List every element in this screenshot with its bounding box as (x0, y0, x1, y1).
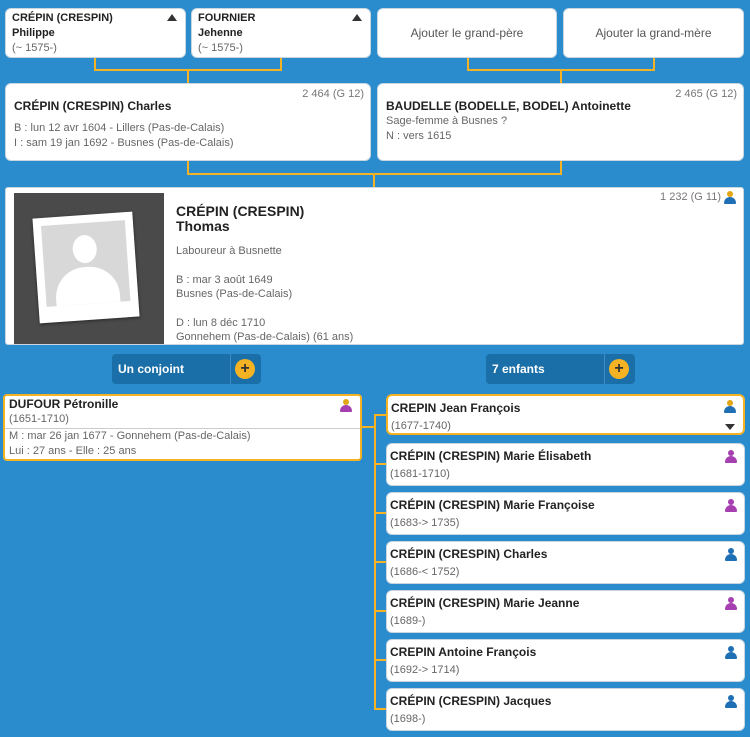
grandparent-first-name: Philippe (12, 27, 55, 39)
main-person-last-name: CRÉPIN (CRESPIN) (176, 203, 305, 219)
connector-line (374, 512, 386, 514)
marriage-ages: Lui : 27 ans - Elle : 25 ans (9, 445, 137, 457)
marriage-date: M : mar 26 jan 1677 - Gonnehem (Pas-de-C… (9, 430, 251, 442)
mother-id: 2 465 (G 12) (675, 88, 737, 100)
mother-card[interactable]: 2 465 (G 12) BAUDELLE (BODELLE, BODEL) A… (377, 83, 744, 161)
profile-photo[interactable] (14, 193, 164, 344)
spouse-card[interactable]: DUFOUR Pétronille (1651-1710) M : mar 26… (3, 394, 362, 461)
add-grandfather-button[interactable]: Ajouter le grand-père (377, 8, 557, 58)
avatar-placeholder-icon (40, 220, 131, 307)
grandparent-last-name: CRÉPIN (CRESPIN) (12, 12, 113, 24)
male-person-icon (725, 548, 737, 561)
main-person-first-name: Thomas (176, 218, 230, 234)
collapse-arrow-icon[interactable] (167, 14, 177, 21)
spouse-toggle-button[interactable]: Un conjoint + (112, 354, 261, 384)
connector-line (374, 610, 386, 612)
male-person-icon (725, 646, 737, 659)
mother-occupation: Sage-femme à Busnes ? (386, 115, 508, 127)
spouse-toggle-label: Un conjoint (118, 362, 184, 376)
father-id: 2 464 (G 12) (302, 88, 364, 100)
child-dates: (1698-) (390, 713, 426, 725)
child-dates: (1683-> 1735) (390, 517, 460, 529)
child-card[interactable]: CREPIN Antoine François (1692-> 1714) (386, 639, 745, 682)
child-card[interactable]: CRÉPIN (CRESPIN) Charles (1686-< 1752) (386, 541, 745, 584)
add-grandmother-label: Ajouter la grand-mère (595, 26, 712, 40)
main-person-name: CRÉPIN (CRESPIN) Thomas (176, 204, 304, 234)
main-person-birth-place: Busnes (Pas-de-Calais) (176, 288, 293, 300)
main-person-death: D : lun 8 déc 1710 (176, 316, 266, 329)
add-grandmother-button[interactable]: Ajouter la grand-mère (563, 8, 744, 58)
connector-line (374, 561, 386, 563)
child-card[interactable]: CRÉPIN (CRESPIN) Marie Jeanne (1689-) (386, 590, 745, 633)
main-person-card[interactable]: 1 232 (G 11) CRÉPIN (CRESPIN) Thomas Lab… (5, 187, 744, 345)
female-person-icon (725, 499, 737, 512)
child-dates: (1681-1710) (390, 468, 450, 480)
main-person-details: Laboureur à Busnette B : mar 3 août 1649… (176, 244, 353, 345)
father-burial: I : sam 19 jan 1692 - Busnes (Pas-de-Cal… (14, 137, 234, 149)
children-toggle-label: 7 enfants (492, 362, 545, 376)
male-person-icon (725, 695, 737, 708)
child-card[interactable]: CREPIN Jean François (1677-1740) (386, 394, 745, 435)
child-card[interactable]: CRÉPIN (CRESPIN) Jacques (1698-) (386, 688, 745, 731)
connector-line (374, 463, 386, 465)
mother-birth: N : vers 1615 (386, 130, 452, 142)
grandparent-first-name: Jehenne (198, 27, 243, 39)
expand-arrow-icon[interactable] (725, 424, 735, 430)
father-birth: B : lun 12 avr 1604 - Lillers (Pas-de-Ca… (14, 122, 225, 134)
spouse-dates: (1651-1710) (9, 413, 69, 425)
connector-line (374, 659, 386, 661)
connector-line (373, 174, 375, 187)
child-dates: (1686-< 1752) (390, 566, 460, 578)
father-card[interactable]: 2 464 (G 12) CRÉPIN (CRESPIN) Charles B … (5, 83, 371, 161)
connector-line (187, 70, 189, 83)
child-card[interactable]: CRÉPIN (CRESPIN) Marie Françoise (1683->… (386, 492, 745, 535)
female-person-icon (340, 399, 352, 412)
child-name: CRÉPIN (CRESPIN) Jacques (390, 694, 552, 708)
collapse-arrow-icon[interactable] (352, 14, 362, 21)
female-person-icon (725, 597, 737, 610)
child-card[interactable]: CRÉPIN (CRESPIN) Marie Élisabeth (1681-1… (386, 443, 745, 486)
male-person-icon (724, 400, 736, 413)
child-dates: (1692-> 1714) (390, 664, 460, 676)
child-name: CRÉPIN (CRESPIN) Charles (390, 547, 548, 561)
spouse-marriage-info: M : mar 26 jan 1677 - Gonnehem (Pas-de-C… (5, 429, 360, 459)
grandparent-last-name: FOURNIER (198, 12, 256, 24)
child-name: CREPIN Jean François (391, 401, 521, 415)
main-person-birth: B : mar 3 août 1649 (176, 273, 273, 286)
connector-line (560, 70, 562, 83)
grandparent-card-paternal-grandmother[interactable]: FOURNIER Jehenne (~ 1575-) (191, 8, 371, 58)
grandparent-dates: (~ 1575-) (12, 42, 57, 54)
main-person-occupation: Laboureur à Busnette (176, 245, 282, 257)
main-person-death-place: Gonnehem (Pas-de-Calais) (61 ans) (176, 331, 354, 343)
child-dates: (1677-1740) (391, 420, 451, 432)
add-child-icon[interactable]: + (609, 359, 629, 379)
polaroid-frame (32, 211, 140, 324)
main-person-id: 1 232 (G 11) (660, 191, 721, 203)
add-spouse-icon[interactable]: + (235, 359, 255, 379)
male-person-icon (724, 191, 736, 204)
spouse-header: DUFOUR Pétronille (1651-1710) (5, 396, 360, 429)
child-dates: (1689-) (390, 615, 426, 627)
spouse-name: DUFOUR Pétronille (9, 397, 119, 411)
connector-line (362, 426, 374, 428)
child-name: CRÉPIN (CRESPIN) Marie Françoise (390, 498, 595, 512)
connector-line (374, 708, 386, 710)
child-name: CREPIN Antoine François (390, 645, 537, 659)
add-grandfather-label: Ajouter le grand-père (410, 26, 524, 40)
child-name: CRÉPIN (CRESPIN) Marie Élisabeth (390, 449, 592, 463)
connector-line (374, 414, 386, 416)
grandparent-dates: (~ 1575-) (198, 42, 243, 54)
female-person-icon (725, 450, 737, 463)
grandparent-card-paternal-grandfather[interactable]: CRÉPIN (CRESPIN) Philippe (~ 1575-) (5, 8, 186, 58)
children-toggle-button[interactable]: 7 enfants + (486, 354, 635, 384)
child-name: CRÉPIN (CRESPIN) Marie Jeanne (390, 596, 580, 610)
